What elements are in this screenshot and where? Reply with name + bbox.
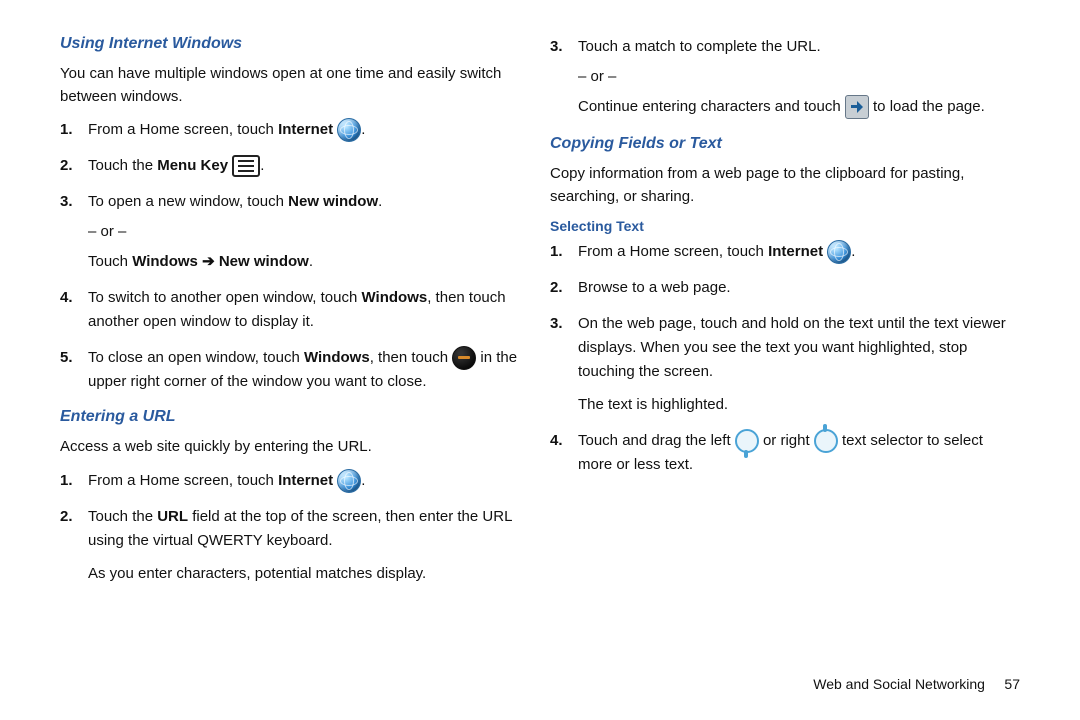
body-text: From a Home screen, touch	[578, 243, 768, 260]
intro-text: You can have multiple windows open at on…	[60, 63, 530, 108]
step-3: 3. Touch a match to complete the URL. – …	[578, 35, 1020, 119]
body-text: Touch the	[88, 157, 157, 174]
step-number: 4.	[550, 429, 563, 453]
body-text: Browse to a web page.	[578, 279, 731, 296]
body-text: .	[260, 157, 264, 174]
step-1: 1. From a Home screen, touch Internet .	[88, 118, 530, 142]
body-text: , then touch	[370, 349, 453, 366]
step-1: 1. From a Home screen, touch Internet .	[578, 240, 1020, 264]
step-number: 2.	[550, 276, 563, 300]
step-number: 1.	[60, 118, 73, 142]
steps-entering-url: 1. From a Home screen, touch Internet . …	[60, 469, 530, 586]
step-2: 2. Touch the Menu Key .	[88, 154, 530, 178]
step-3: 3. On the web page, touch and hold on th…	[578, 312, 1020, 417]
body-text: From a Home screen, touch	[88, 472, 278, 489]
body-text: .	[309, 253, 313, 270]
manual-page: Using Internet Windows You can have mult…	[0, 0, 1080, 720]
body-text: To close an open window, touch	[88, 349, 304, 366]
step-1: 1. From a Home screen, touch Internet .	[88, 469, 530, 493]
bold-text: New window	[219, 253, 309, 270]
bold-text: URL	[157, 508, 188, 525]
left-column: Using Internet Windows You can have mult…	[50, 35, 540, 700]
bold-text: Windows	[132, 253, 198, 270]
step-number: 1.	[60, 469, 73, 493]
text-selector-right-icon	[814, 429, 838, 453]
internet-globe-icon	[337, 118, 361, 142]
step-4: 4. Touch and drag the left or right text…	[578, 429, 1020, 477]
step-2: 2. Browse to a web page.	[578, 276, 1020, 300]
bold-text: Internet	[278, 472, 333, 489]
body-text: .	[378, 193, 382, 210]
go-arrow-icon	[845, 95, 869, 119]
internet-globe-icon	[337, 469, 361, 493]
step-number: 2.	[60, 154, 73, 178]
step-number: 1.	[550, 240, 563, 264]
bold-text: Windows	[304, 349, 370, 366]
body-text: or right	[763, 432, 814, 449]
step-4: 4. To switch to another open window, tou…	[88, 286, 530, 334]
body-text: Touch a match to complete the URL.	[578, 38, 821, 55]
step-number: 5.	[60, 346, 73, 370]
steps-continued: 3. Touch a match to complete the URL. – …	[550, 35, 1020, 119]
or-divider: – or –	[88, 220, 530, 244]
heading-entering-url: Entering a URL	[60, 408, 530, 426]
steps-selecting-text: 1. From a Home screen, touch Internet . …	[550, 240, 1020, 477]
body-text: Touch and drag the left	[578, 432, 735, 449]
steps-using-windows: 1. From a Home screen, touch Internet . …	[60, 118, 530, 394]
body-text: .	[361, 121, 365, 138]
heading-copying-fields: Copying Fields or Text	[550, 135, 1020, 153]
bold-text: Windows	[362, 289, 428, 306]
internet-globe-icon	[827, 240, 851, 264]
step-3: 3. To open a new window, touch New windo…	[88, 190, 530, 274]
body-text: From a Home screen, touch	[88, 121, 278, 138]
heading-selecting-text: Selecting Text	[550, 218, 1020, 234]
body-text: Continue entering characters and touch	[578, 98, 845, 115]
body-text: To switch to another open window, touch	[88, 289, 362, 306]
right-column: 3. Touch a match to complete the URL. – …	[540, 35, 1030, 700]
body-text: to load the page.	[873, 98, 985, 115]
heading-using-internet-windows: Using Internet Windows	[60, 35, 530, 53]
intro-text: Copy information from a web page to the …	[550, 163, 1020, 208]
bold-text: Menu Key	[157, 157, 228, 174]
intro-text: Access a web site quickly by entering th…	[60, 436, 530, 459]
close-window-icon	[452, 346, 476, 370]
bold-text: New window	[288, 193, 378, 210]
text-selector-left-icon	[735, 429, 759, 453]
step-number: 4.	[60, 286, 73, 310]
or-divider: – or –	[578, 65, 1020, 89]
extra-text: The text is highlighted.	[578, 394, 1020, 417]
page-number: 57	[1004, 676, 1020, 692]
step-number: 3.	[60, 190, 73, 214]
step-5: 5. To close an open window, touch Window…	[88, 346, 530, 394]
bold-text: Internet	[278, 121, 333, 138]
arrow-icon: ➔	[198, 253, 219, 270]
body-text: Touch the	[88, 508, 157, 525]
chapter-name: Web and Social Networking	[813, 676, 985, 692]
extra-text: As you enter characters, potential match…	[88, 563, 530, 586]
body-text: .	[361, 472, 365, 489]
step-number: 3.	[550, 312, 563, 336]
page-footer: Web and Social Networking 57	[813, 676, 1020, 692]
body-text: Touch	[88, 253, 132, 270]
body-text: On the web page, touch and hold on the t…	[578, 315, 1006, 380]
body-text: .	[851, 243, 855, 260]
step-number: 2.	[60, 505, 73, 529]
step-number: 3.	[550, 35, 563, 59]
bold-text: Internet	[768, 243, 823, 260]
step-2: 2. Touch the URL field at the top of the…	[88, 505, 530, 586]
body-text: To open a new window, touch	[88, 193, 288, 210]
menu-key-icon	[232, 155, 260, 177]
